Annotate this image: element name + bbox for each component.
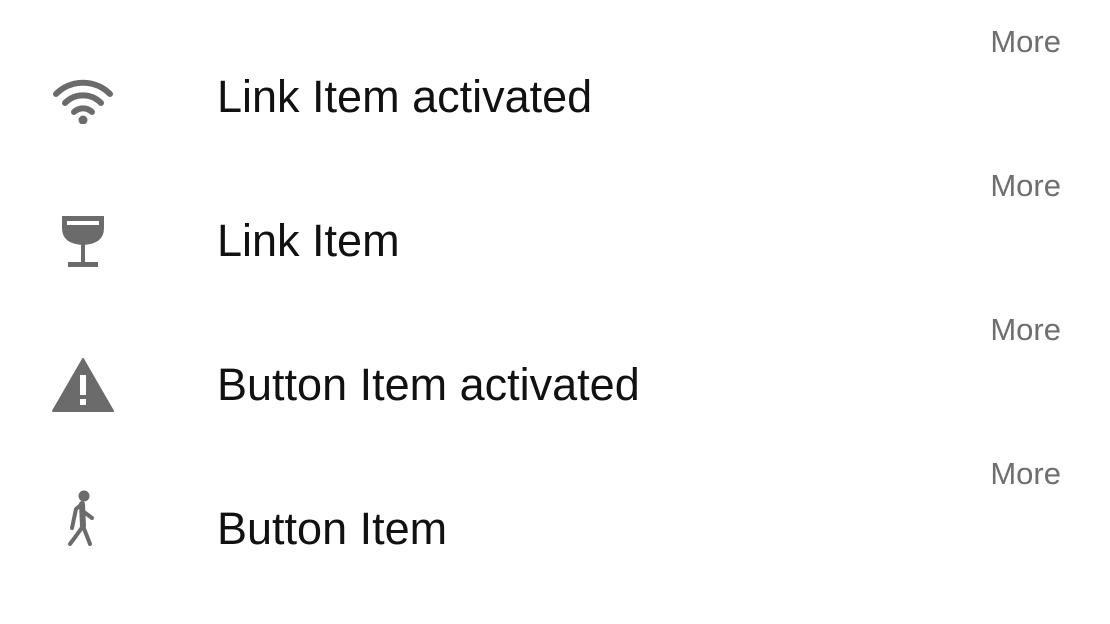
more-link[interactable]: More [990, 456, 1061, 492]
list-item-label: Link Item activated [217, 71, 593, 122]
list-item-link[interactable]: Link Item More [0, 144, 1110, 288]
more-link[interactable]: More [990, 24, 1061, 60]
list-item-link-activated[interactable]: Link Item activated More [0, 0, 1110, 144]
more-link[interactable]: More [990, 312, 1061, 348]
list-item-button-activated[interactable]: Button Item activated More [0, 288, 1110, 432]
list-item-button[interactable]: Button Item More [0, 432, 1110, 576]
list-item-label: Button Item activated [217, 359, 640, 410]
wifi-icon [52, 70, 114, 124]
wine-glass-icon [52, 214, 114, 268]
walking-person-icon [52, 490, 114, 556]
list-item-label: Link Item [217, 215, 400, 266]
list-item-label: Button Item [217, 503, 448, 554]
item-list: Link Item activated More Link Item More … [0, 0, 1110, 624]
more-link[interactable]: More [990, 168, 1061, 204]
warning-icon [52, 358, 114, 412]
